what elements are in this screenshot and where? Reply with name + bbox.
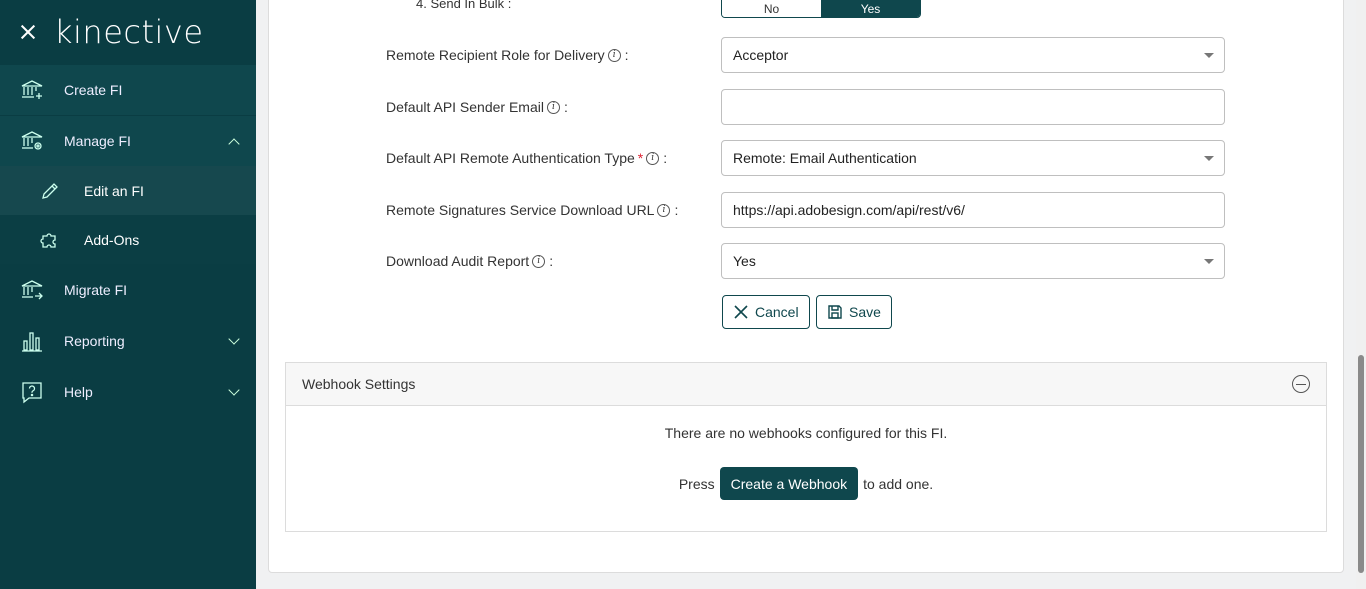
sidebar-item-label: Migrate FI (64, 282, 128, 298)
webhook-settings-panel: Webhook Settings There are no webhooks c… (285, 362, 1327, 532)
scrollbar-thumb[interactable] (1358, 355, 1364, 573)
page-scrollbar[interactable] (1356, 0, 1366, 589)
close-menu-icon[interactable] (18, 22, 38, 42)
info-icon[interactable]: i (532, 254, 546, 268)
sidebar-item-migrate-fi[interactable]: Migrate FI (0, 264, 256, 315)
info-icon[interactable]: i (607, 48, 621, 62)
sender-email-label: Default API Sender Email i : (386, 99, 568, 115)
create-webhook-button[interactable]: Create a Webhook (719, 467, 859, 500)
sidebar-item-label: Manage FI (64, 133, 131, 149)
sender-email-input[interactable] (721, 89, 1225, 125)
send-bulk-label: 4. Send In Bulk : (416, 0, 512, 11)
pencil-icon (38, 179, 62, 203)
auth-type-label: Default API Remote Authentication Type *… (386, 150, 668, 166)
sidebar-subitem-label: Add-Ons (84, 231, 140, 248)
brand-bar: kinective (0, 0, 256, 64)
sidebar-item-label: Help (64, 384, 93, 400)
download-url-input[interactable]: https://api.adobesign.com/api/rest/v6/ (721, 192, 1225, 228)
audit-report-label: Download Audit Report i : (386, 253, 554, 269)
kinective-logo: kinective (54, 13, 204, 51)
caret-down-icon (1204, 259, 1214, 264)
create-webhook-row: Press Create a Webhook to add one. (286, 467, 1326, 500)
sidebar-lower-group: Migrate FI Reporting Help (0, 264, 256, 417)
caret-down-icon (1204, 156, 1214, 161)
sidebar-item-label: Create FI (64, 82, 123, 98)
sidebar: kinective Create FI Manage FI Edit an FI… (0, 0, 256, 589)
help-bubble-icon (20, 380, 44, 404)
info-icon[interactable]: i (657, 203, 671, 217)
sidebar-item-create-fi[interactable]: Create FI (0, 64, 256, 115)
collapse-minus-icon[interactable] (1292, 375, 1310, 393)
download-url-label: Remote Signatures Service Download URL i… (386, 202, 679, 218)
info-icon[interactable]: i (646, 151, 660, 165)
toggle-no-button[interactable]: No (722, 0, 821, 17)
bank-add-icon (20, 78, 44, 102)
chevron-down-icon (228, 384, 240, 396)
required-marker: * (637, 150, 644, 166)
sidebar-subitem-label: Edit an FI (84, 182, 144, 199)
caret-down-icon (1204, 53, 1214, 58)
webhook-settings-header[interactable]: Webhook Settings (286, 363, 1326, 406)
chevron-down-icon (228, 333, 240, 345)
floppy-disk-icon (827, 304, 843, 320)
chevron-up-icon (228, 138, 240, 150)
sidebar-subitem-add-ons[interactable]: Add-Ons (0, 215, 256, 264)
close-icon (733, 304, 749, 320)
bank-settings-icon (20, 129, 44, 153)
settings-card: 4. Send In Bulk : No Yes Remote Recipien… (268, 0, 1344, 573)
save-button[interactable]: Save (816, 295, 892, 329)
send-bulk-toggle[interactable]: No Yes (721, 0, 921, 18)
auth-type-select[interactable]: Remote: Email Authentication (721, 140, 1225, 176)
webhook-settings-title: Webhook Settings (302, 376, 416, 392)
audit-report-select[interactable]: Yes (721, 243, 1225, 279)
no-webhooks-message: There are no webhooks configured for thi… (664, 425, 948, 441)
sidebar-item-reporting[interactable]: Reporting (0, 315, 256, 366)
puzzle-icon (38, 228, 62, 252)
bank-arrow-icon (20, 278, 44, 302)
sidebar-item-help[interactable]: Help (0, 366, 256, 417)
sidebar-subitem-edit-fi[interactable]: Edit an FI (0, 166, 256, 215)
recipient-role-select[interactable]: Acceptor (721, 37, 1225, 73)
cancel-button[interactable]: Cancel (722, 295, 810, 329)
sidebar-item-label: Reporting (64, 333, 125, 349)
bar-chart-icon (20, 329, 44, 353)
info-icon[interactable]: i (546, 100, 560, 114)
sidebar-item-manage-fi[interactable]: Manage FI (0, 115, 256, 166)
toggle-yes-button[interactable]: Yes (821, 0, 920, 17)
recipient-role-label: Remote Recipient Role for Delivery i : (386, 47, 629, 63)
